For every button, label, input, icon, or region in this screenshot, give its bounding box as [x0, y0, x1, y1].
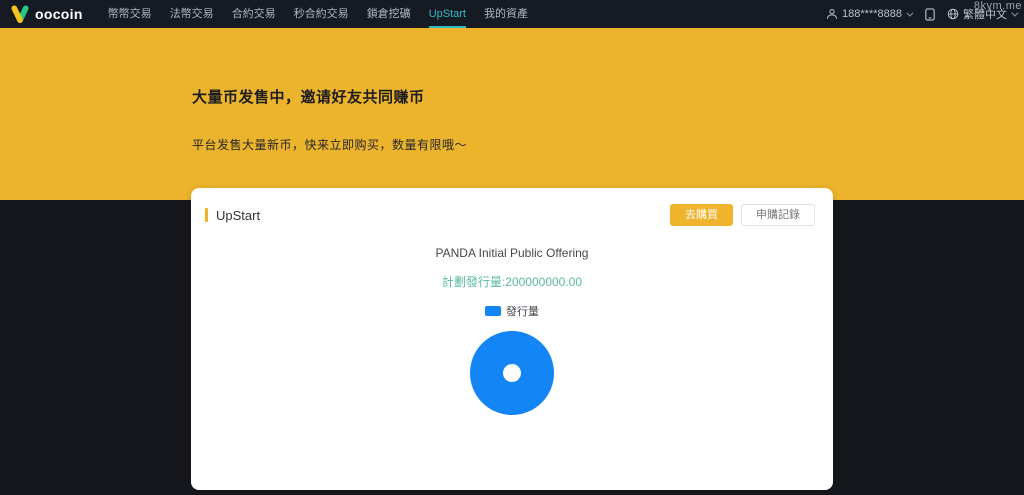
nav-item-contract-trading[interactable]: 合約交易	[223, 0, 285, 28]
account-phone: 188****8888	[842, 8, 902, 20]
banner-title: 大量币发售中，邀请好友共同赚币	[192, 86, 1024, 107]
nav-item-second-contract-trading[interactable]: 秒合約交易	[285, 0, 358, 28]
globe-icon	[947, 8, 959, 20]
header-buttons: 去購買 申購記錄	[670, 204, 815, 226]
chart-title: PANDA Initial Public Offering	[191, 246, 833, 260]
nav-item-fiat-trading[interactable]: 法幣交易	[161, 0, 223, 28]
mobile-app-icon[interactable]	[924, 8, 936, 21]
buy-button[interactable]: 去購買	[670, 204, 733, 226]
banner-subtitle: 平台发售大量新币，快来立即购买，数量有限哦～	[192, 136, 1024, 153]
account-menu[interactable]: 188****8888	[826, 8, 911, 20]
nav-item-staking-mining[interactable]: 鎖倉挖礦	[358, 0, 420, 28]
logo-text: oocoin	[35, 6, 83, 22]
title-accent-bar	[205, 208, 208, 222]
nav-item-my-assets[interactable]: 我的資產	[475, 0, 537, 28]
main-nav: 幣幣交易 法幣交易 合約交易 秒合約交易 鎖倉挖礦 UpStart 我的資產	[99, 0, 537, 28]
user-icon	[826, 8, 838, 20]
top-navbar: oocoin 幣幣交易 法幣交易 合約交易 秒合約交易 鎖倉挖礦 UpStart…	[0, 0, 1024, 28]
chart-subtitle: 計劃發行量:200000000.00	[191, 273, 833, 290]
voocoin-logo-icon	[10, 5, 31, 24]
card-title: UpStart	[216, 208, 260, 223]
donut-chart	[470, 331, 554, 415]
donut-chart-area	[191, 331, 833, 415]
legend-label: 發行量	[506, 303, 539, 319]
card-header: UpStart 去購買 申購記錄	[191, 188, 833, 226]
upstart-card: UpStart 去購買 申購記錄 PANDA Initial Public Of…	[191, 188, 833, 490]
promo-banner: 大量币发售中，邀请好友共同赚币 平台发售大量新币，快来立即购买，数量有限哦～	[0, 28, 1024, 200]
chevron-down-icon	[906, 9, 913, 16]
subscription-record-button[interactable]: 申購記錄	[741, 204, 815, 226]
watermark: 8kym.me	[974, 0, 1022, 12]
legend-swatch	[485, 306, 501, 316]
chart-legend[interactable]: 發行量	[191, 303, 833, 319]
nav-item-upstart[interactable]: UpStart	[420, 0, 475, 28]
logo[interactable]: oocoin	[10, 5, 83, 24]
nav-item-coin-trading[interactable]: 幣幣交易	[99, 0, 161, 28]
ipo-chart: PANDA Initial Public Offering 計劃發行量:2000…	[191, 246, 833, 415]
